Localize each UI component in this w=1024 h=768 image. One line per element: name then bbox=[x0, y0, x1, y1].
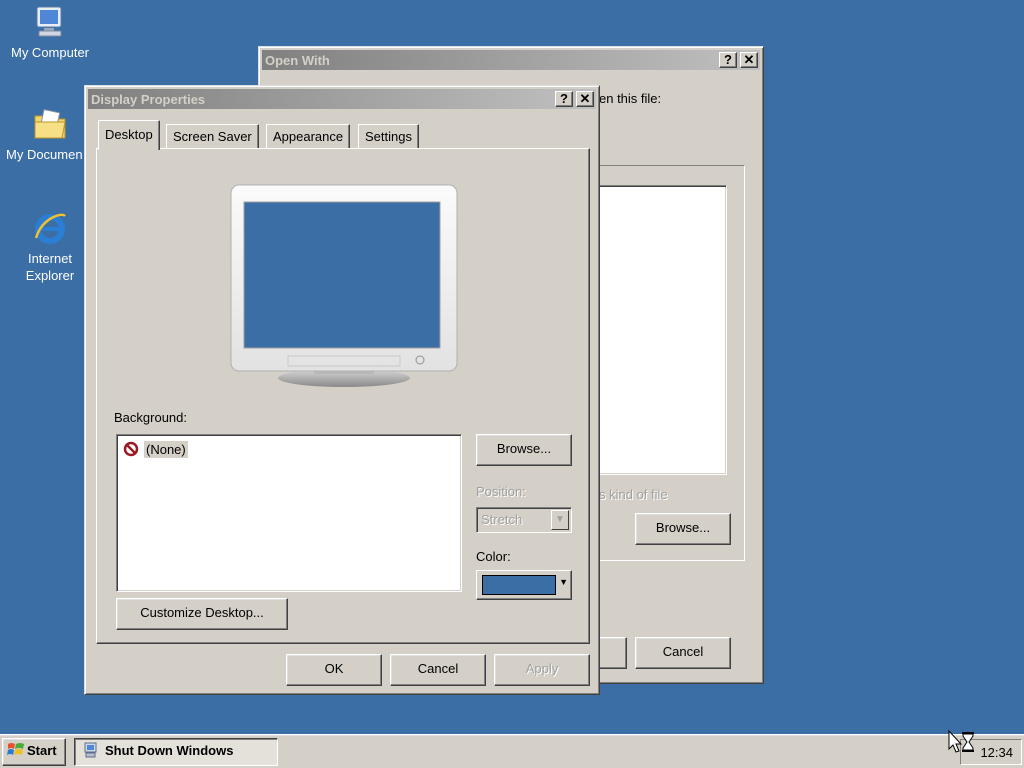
tab-screen-saver[interactable]: Screen Saver bbox=[166, 124, 259, 148]
open-with-prompt: en this file: bbox=[599, 91, 662, 106]
close-icon: ✕ bbox=[743, 52, 755, 67]
internet-explorer-icon bbox=[32, 210, 68, 246]
clock[interactable]: 12:34 bbox=[980, 745, 1013, 760]
start-label: Start bbox=[27, 743, 57, 758]
chevron-down-icon[interactable]: ▼ bbox=[551, 510, 569, 530]
customize-desktop-button[interactable]: Customize Desktop... bbox=[116, 598, 288, 630]
monitor-icon bbox=[230, 184, 458, 387]
folder-documents-icon bbox=[32, 106, 68, 142]
window-title: Open With bbox=[265, 53, 330, 68]
color-swatch bbox=[482, 575, 556, 595]
tab-settings[interactable]: Settings bbox=[358, 124, 419, 148]
tab-appearance[interactable]: Appearance bbox=[266, 124, 351, 148]
color-picker-button[interactable]: ▼ bbox=[476, 570, 572, 600]
background-list[interactable]: (None) bbox=[116, 434, 462, 592]
start-button[interactable]: Start bbox=[2, 738, 66, 766]
list-item[interactable]: (None) bbox=[123, 439, 188, 459]
close-icon: ✕ bbox=[579, 91, 591, 106]
close-button[interactable]: ✕ bbox=[576, 91, 594, 107]
color-label: Color: bbox=[476, 549, 511, 564]
always-use-hint: s kind of file bbox=[599, 487, 668, 502]
busy-cursor-icon bbox=[948, 729, 978, 756]
help-icon: ? bbox=[724, 52, 732, 67]
position-value: Stretch bbox=[481, 512, 523, 527]
monitor-preview bbox=[230, 184, 458, 390]
window-title: Display Properties bbox=[91, 92, 206, 107]
windows-logo-icon bbox=[7, 742, 25, 758]
display-properties-titlebar[interactable]: Display Properties ? ✕ bbox=[88, 89, 596, 109]
tab-desktop[interactable]: Desktop bbox=[98, 120, 160, 150]
help-button[interactable]: ? bbox=[555, 91, 573, 107]
taskbar-item-shut-down-windows[interactable]: Shut Down Windows bbox=[74, 738, 278, 766]
list-item-label: (None) bbox=[144, 440, 188, 458]
desktop-icon-my-computer[interactable]: My Computer bbox=[2, 4, 98, 61]
ok-button[interactable]: OK bbox=[286, 654, 382, 686]
background-browse-button[interactable]: Browse... bbox=[476, 434, 572, 466]
close-button[interactable]: ✕ bbox=[740, 52, 758, 68]
none-icon bbox=[123, 441, 139, 457]
chevron-down-icon: ▼ bbox=[559, 577, 568, 587]
cancel-button[interactable]: Cancel bbox=[390, 654, 486, 686]
help-icon: ? bbox=[560, 91, 568, 106]
background-label: Background: bbox=[114, 410, 187, 425]
position-select[interactable]: Stretch ▼ bbox=[476, 507, 572, 533]
apply-button[interactable]: Apply bbox=[494, 654, 590, 686]
help-button[interactable]: ? bbox=[719, 52, 737, 68]
program-list[interactable] bbox=[599, 185, 727, 475]
taskbar-item-label: Shut Down Windows bbox=[105, 743, 234, 758]
position-label: Position: bbox=[476, 484, 526, 499]
open-with-cancel-button[interactable]: Cancel bbox=[635, 637, 731, 669]
shut-down-icon bbox=[83, 742, 99, 758]
desktop-icon-label: My Computer bbox=[10, 45, 90, 60]
taskbar: Start Shut Down Windows 12:34 bbox=[0, 734, 1024, 768]
my-computer-icon bbox=[32, 4, 68, 40]
open-with-browse-button[interactable]: Browse... bbox=[635, 513, 731, 545]
open-with-titlebar[interactable]: Open With ? ✕ bbox=[262, 50, 760, 70]
